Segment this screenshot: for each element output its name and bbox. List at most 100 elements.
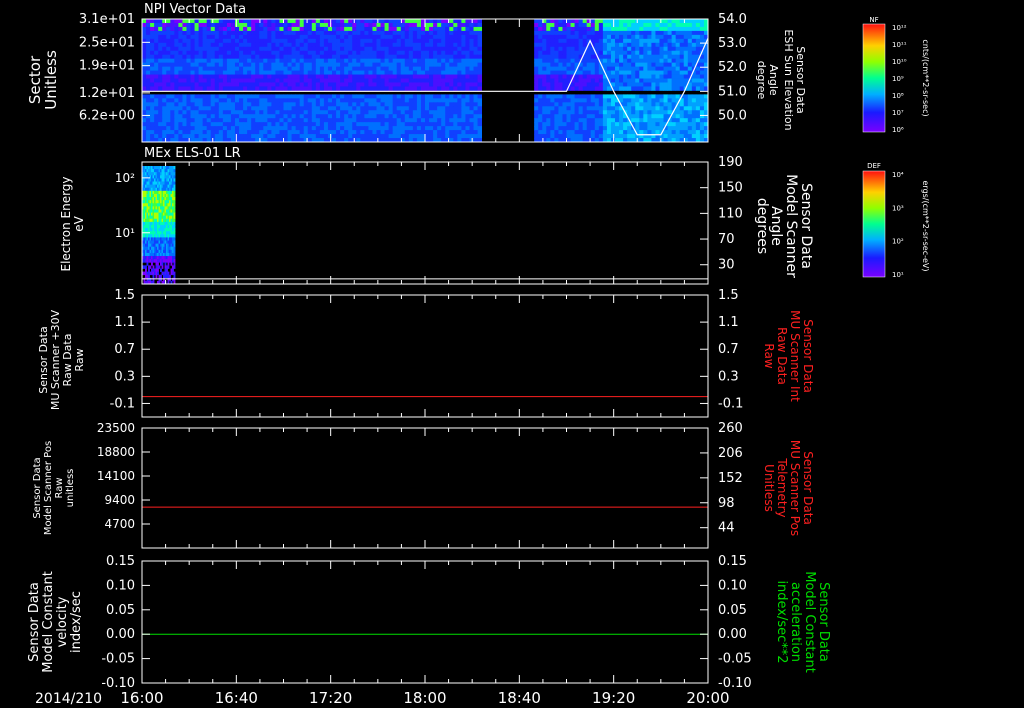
npi-cell (154, 26, 159, 32)
npi-cell (198, 74, 204, 79)
npi-cell (627, 54, 632, 60)
npi-cell (327, 98, 333, 103)
npi-cell (449, 122, 454, 127)
npi-cell (602, 114, 608, 119)
npi-cell (461, 94, 466, 99)
npi-cell (437, 46, 442, 52)
npi-cell (356, 134, 361, 139)
npi-cell (162, 86, 167, 91)
npi-cell (457, 50, 462, 56)
npi-cell (392, 86, 398, 91)
npi-cell (655, 42, 660, 48)
npi-cell (376, 62, 381, 68)
npi-cell (441, 46, 446, 52)
npi-cell (295, 54, 301, 60)
npi-cell (639, 130, 644, 135)
npi-cell (214, 110, 220, 115)
npi-cell (420, 98, 426, 103)
npi-cell (340, 50, 345, 56)
npi-cell (671, 74, 677, 79)
npi-cell (267, 122, 272, 127)
npi-cell (570, 46, 575, 52)
npi-cell (465, 30, 470, 36)
npi-cell (340, 102, 345, 107)
npi-cell (372, 38, 377, 44)
npi-cell (158, 38, 163, 44)
npi-cell (384, 58, 390, 64)
npi-cell (437, 26, 442, 32)
npi-cell (465, 26, 470, 32)
npi-cell (340, 94, 345, 99)
npi-cell (420, 118, 426, 123)
npi-cell (554, 38, 559, 44)
npi-cell (627, 78, 632, 83)
els-cell (173, 218, 176, 223)
npi-cell (275, 114, 280, 119)
npi-cell (594, 42, 600, 48)
npi-cell (307, 42, 313, 48)
npi-cell (230, 66, 236, 71)
npi-cell (631, 110, 636, 115)
npi-cell (408, 106, 414, 111)
npi-cell (619, 62, 624, 68)
npi-cell (222, 130, 228, 135)
npi-cell (562, 82, 567, 87)
npi-cell (271, 70, 276, 75)
npi-cell (352, 74, 357, 79)
npi-cell (142, 74, 147, 79)
npi-cell (214, 22, 220, 28)
npi-cell (251, 114, 256, 119)
p5-rticks-tick-label-0: 0.15 (718, 554, 747, 569)
npi-cell (336, 50, 341, 56)
npi-cell (635, 74, 640, 79)
npi-cell (150, 46, 155, 52)
npi-cell (566, 50, 571, 56)
npi-cell (635, 34, 640, 40)
npi-cell (477, 19, 482, 24)
npi-cell (158, 106, 163, 111)
npi-cell (299, 58, 305, 64)
npi-cell (437, 34, 442, 40)
npi-cell (327, 118, 333, 123)
npi-cell (473, 46, 478, 52)
npi-cell (295, 19, 301, 24)
npi-cell (695, 126, 701, 131)
npi-cell (154, 19, 159, 24)
npi-cell (186, 62, 191, 68)
npi-cell (675, 58, 681, 64)
npi-cell (210, 66, 216, 71)
plot-canvas: NPI Vector Data 3.1e+012.5e+011.9e+011.2… (26, 2, 930, 707)
npi-cell (247, 19, 252, 24)
npi-cell (441, 42, 446, 48)
npi-cell (307, 122, 313, 127)
npi-cell (396, 110, 402, 115)
npi-cell (433, 50, 438, 56)
npi-cell (651, 50, 656, 56)
npi-cell (158, 54, 163, 60)
npi-cell (643, 78, 648, 83)
npi-cell (457, 94, 462, 99)
npi-cell (429, 19, 434, 24)
npi-cell (433, 126, 438, 131)
npi-cell (606, 66, 612, 71)
npi-cell (336, 106, 341, 111)
npi-cell (425, 114, 430, 119)
npi-cell (198, 46, 204, 52)
npi-cell (198, 62, 204, 68)
npi-cell (631, 82, 636, 87)
npi-cell (615, 22, 620, 28)
els-cell (164, 262, 167, 266)
npi-cell (453, 130, 458, 135)
npi-cell (319, 19, 325, 24)
npi-cell (315, 42, 321, 48)
npi-cell (562, 106, 567, 111)
npi-cell (615, 66, 620, 71)
npi-cell (412, 26, 418, 32)
npi-cell (602, 58, 608, 64)
npi-cell (473, 19, 478, 24)
npi-cell (247, 42, 252, 48)
npi-cell (226, 42, 232, 48)
npi-cell (214, 94, 220, 99)
npi-cell (206, 98, 212, 103)
npi-cell (218, 86, 224, 91)
